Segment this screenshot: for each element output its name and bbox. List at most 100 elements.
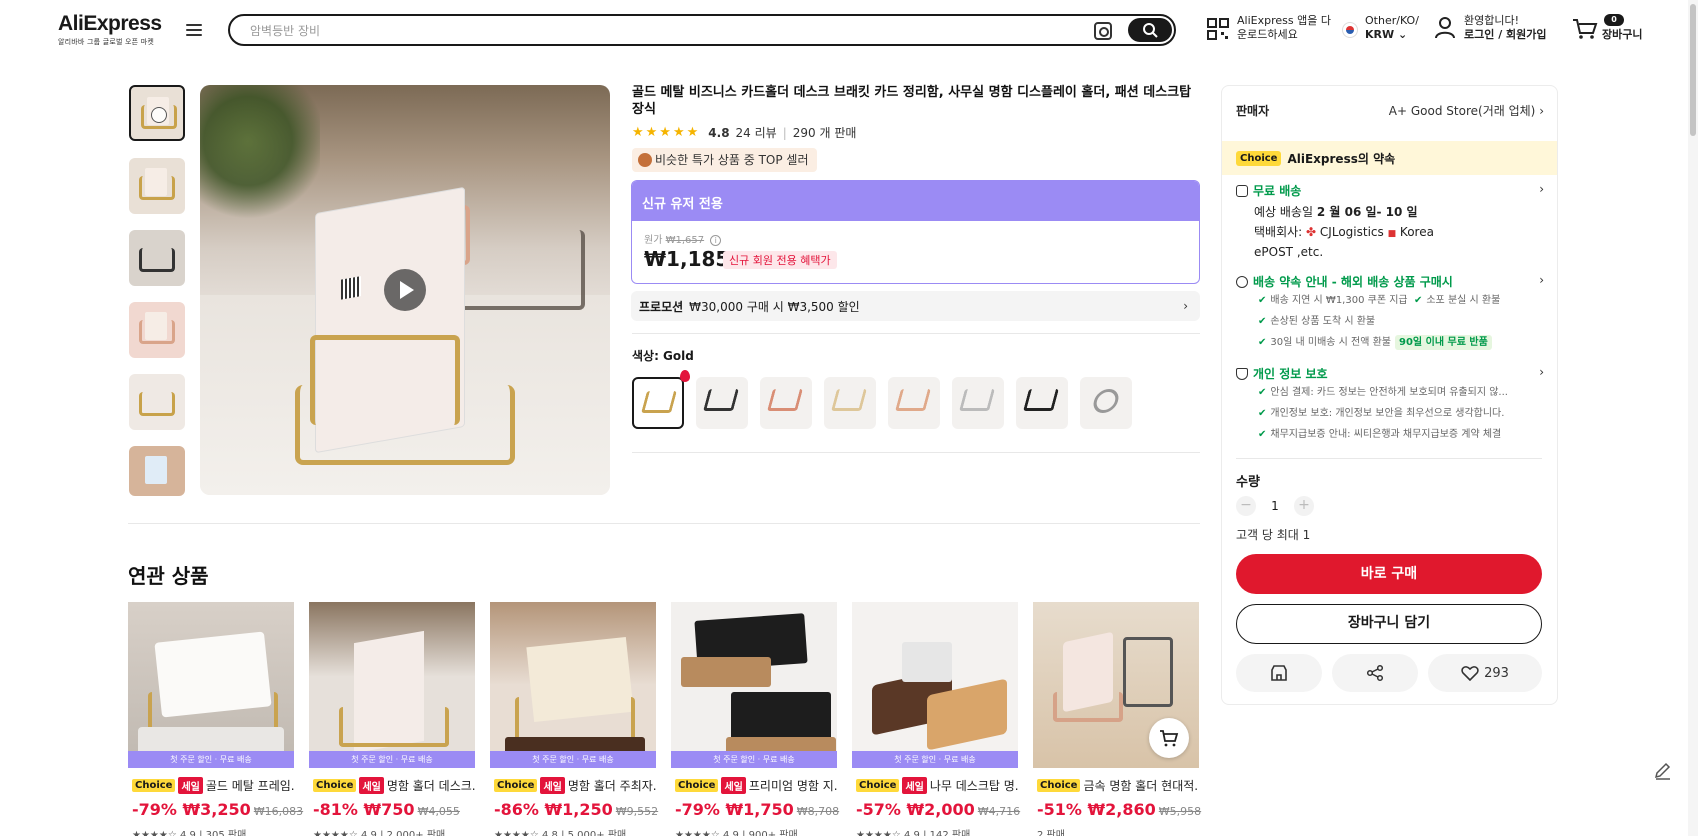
image-search-icon[interactable] (1094, 22, 1112, 40)
promotion-row[interactable]: 프로모션 ₩30,000 구매 시 ₩3,500 할인 › (631, 291, 1200, 321)
related-products-title: 연관 상품 (128, 564, 209, 588)
rating-sold: ★★★★☆ 4.9 | 305 판매 (132, 830, 247, 836)
price: ₩3,250 (182, 800, 251, 819)
promise-lost-refund: 소포 분실 시 환불 (1426, 295, 1501, 306)
login-link[interactable]: 환영합니다! 로그인 / 회원가입 (1464, 14, 1547, 42)
rating-value: 4.8 (708, 125, 730, 140)
product-image[interactable] (852, 602, 1018, 768)
cart-label[interactable]: 장바구니 (1602, 28, 1642, 42)
color-swatch-round[interactable] (1080, 377, 1132, 429)
product-name-row: Choice 세일 명함 홀더 주최자... (494, 777, 656, 794)
new-user-price-box: 신규 유저 전용 원가 ₩1,657 i ₩1,185 신규 회원 전용 혜택가 (631, 180, 1200, 284)
original-price: ₩5,958 (1158, 805, 1202, 818)
chevron-right-icon: › (1539, 104, 1544, 118)
wishlist-button[interactable]: 293 (1428, 654, 1542, 692)
feedback-edit-icon[interactable] (1652, 760, 1674, 782)
discount: -81% (313, 800, 358, 819)
hot-fire-icon (680, 370, 690, 382)
medal-icon (638, 153, 652, 167)
original-price: ₩4,716 (977, 805, 1021, 818)
logo-subtitle: 알리바바 그룹 글로벌 오픈 마켓 (58, 38, 155, 46)
thumbnail-2[interactable] (129, 158, 185, 214)
product-name: 금속 명함 홀더 현대적... (1083, 779, 1199, 793)
promotion-label: 프로모션 (639, 299, 684, 314)
color-swatch-silver[interactable] (952, 377, 1004, 429)
privacy-section[interactable]: 개인 정보 보호 › ✔ 안심 결제: 카드 정보는 안전하게 보호되며 유출되지… (1236, 365, 1544, 445)
chevron-right-icon: › (1539, 365, 1544, 379)
product-image[interactable] (490, 602, 656, 768)
color-swatch-rose[interactable] (760, 377, 812, 429)
discount: -86% (494, 800, 539, 819)
rating-stars: ★★★★★ (632, 125, 701, 140)
choice-badge: Choice (1236, 150, 1282, 166)
color-swatch-black[interactable] (696, 377, 748, 429)
app-download-link[interactable]: AliExpress 앱을 다 운로드하세요 (1237, 14, 1331, 42)
aliexpress-logo[interactable]: AliExpress 알리바바 그룹 글로벌 오픈 마켓 (58, 12, 162, 47)
chevron-right-icon: › (1539, 273, 1544, 287)
hamburger-menu-icon[interactable] (186, 24, 202, 38)
review-count-link[interactable]: 24 리뷰 (736, 124, 777, 141)
related-product-card[interactable]: 첫 주문 할인 · 무료 배송 Choice 세일 프리미엄 명함 지... -79… (671, 602, 839, 836)
sale-badge: 세일 (902, 777, 927, 794)
share-button[interactable] (1332, 654, 1418, 692)
related-product-card[interactable]: 첫 주문 할인 · 무료 배송 Choice 세일 명함 홀더 데스크... -81… (309, 602, 475, 836)
chevron-right-icon: › (1539, 182, 1544, 196)
page: AliExpress 알리바바 그룹 글로벌 오픈 마켓 암벽등반 장비 Ali… (0, 0, 1698, 836)
check-icon: ✔ (1258, 429, 1267, 440)
original-price-label: 원가 (644, 235, 663, 246)
product-name: 명함 홀더 주최자... (567, 779, 656, 793)
thumbnail-6[interactable] (129, 446, 185, 496)
product-image[interactable] (671, 602, 837, 768)
product-image[interactable] (309, 602, 475, 768)
seller-row[interactable]: 판매자 A+ Good Store(거래 업체) › (1236, 102, 1544, 119)
related-product-card[interactable]: 첫 주문 할인 · 무료 배송 Choice 세일 골드 메탈 프레임... -79… (128, 602, 303, 836)
thumbnail-4[interactable] (129, 302, 185, 358)
search-button[interactable] (1128, 18, 1172, 42)
color-swatch-rose-gold[interactable] (888, 377, 940, 429)
main-product-image[interactable] (200, 85, 610, 495)
sale-badge: 세일 (178, 777, 203, 794)
first-order-band: 첫 주문 할인 · 무료 배송 (128, 751, 294, 768)
store-icon (1271, 665, 1287, 681)
delivery-promise-section[interactable]: 배송 약속 안내 - 해외 배송 상품 구매시 › ✔ 배송 지연 시 ₩1,30… (1236, 273, 1544, 353)
quantity-decrease-button[interactable]: − (1236, 496, 1256, 516)
first-order-band: 첫 주문 할인 · 무료 배송 (671, 751, 837, 768)
free-shipping-section[interactable]: 무료 배송 › 예상 배송일 2 월 06 일- 10 일 택배회사: ✤ CJ… (1236, 182, 1544, 261)
thumbnail-3[interactable] (129, 230, 185, 286)
scrollbar-thumb[interactable] (1690, 4, 1696, 136)
buy-now-button[interactable]: 바로 구매 (1236, 554, 1542, 594)
korea-flag-icon (1342, 22, 1358, 38)
page-scrollbar[interactable] (1688, 0, 1698, 836)
add-to-cart-icon[interactable] (1149, 718, 1189, 758)
search-input[interactable]: 암벽등반 장비 (250, 22, 320, 39)
related-product-card[interactable]: Choice 금속 명함 홀더 현대적... -51% ₩2,860 ₩5,958 … (1033, 602, 1202, 836)
carrier-label: 택배회사: (1254, 225, 1307, 239)
product-name-row: Choice 세일 골드 메탈 프레임... (132, 777, 294, 794)
add-to-cart-button[interactable]: 장바구니 담기 (1236, 604, 1542, 644)
locale-selector[interactable]: Other/KO/ KRW ⌄ (1365, 14, 1419, 42)
quantity-value[interactable]: 1 (1256, 499, 1294, 513)
login-signup-text: 로그인 / 회원가입 (1464, 28, 1547, 41)
color-swatch-dark[interactable] (1016, 377, 1068, 429)
color-swatch-champagne[interactable] (824, 377, 876, 429)
user-icon[interactable] (1434, 16, 1456, 40)
store-button[interactable] (1236, 654, 1322, 692)
info-icon[interactable]: i (710, 234, 722, 246)
qr-code-icon[interactable] (1207, 18, 1229, 40)
product-name-row: Choice 세일 명함 홀더 데스크... (313, 777, 475, 794)
rating-sold: ★★★★☆ 4.9 | 900+ 판매 (675, 830, 798, 836)
related-product-card[interactable]: 첫 주문 할인 · 무료 배송 Choice 세일 나무 데스크탑 명... -57… (852, 602, 1021, 836)
related-product-card[interactable]: 첫 주문 할인 · 무료 배송 Choice 세일 명함 홀더 주최자... -86… (490, 602, 658, 836)
delivery-date: 2 월 06 일- 10 일 (1316, 205, 1418, 219)
product-image[interactable] (1033, 602, 1199, 768)
video-play-icon[interactable] (384, 269, 426, 311)
cart-icon[interactable] (1572, 18, 1598, 40)
thumbnail-video[interactable] (129, 85, 185, 141)
check-icon: ✔ (1258, 408, 1267, 419)
discount: -57% (856, 800, 901, 819)
product-name: 나무 데스크탑 명... (929, 779, 1018, 793)
quantity-increase-button[interactable]: + (1294, 496, 1314, 516)
color-swatch-gold[interactable] (632, 377, 684, 429)
product-image[interactable] (128, 602, 294, 768)
thumbnail-5[interactable] (129, 374, 185, 430)
